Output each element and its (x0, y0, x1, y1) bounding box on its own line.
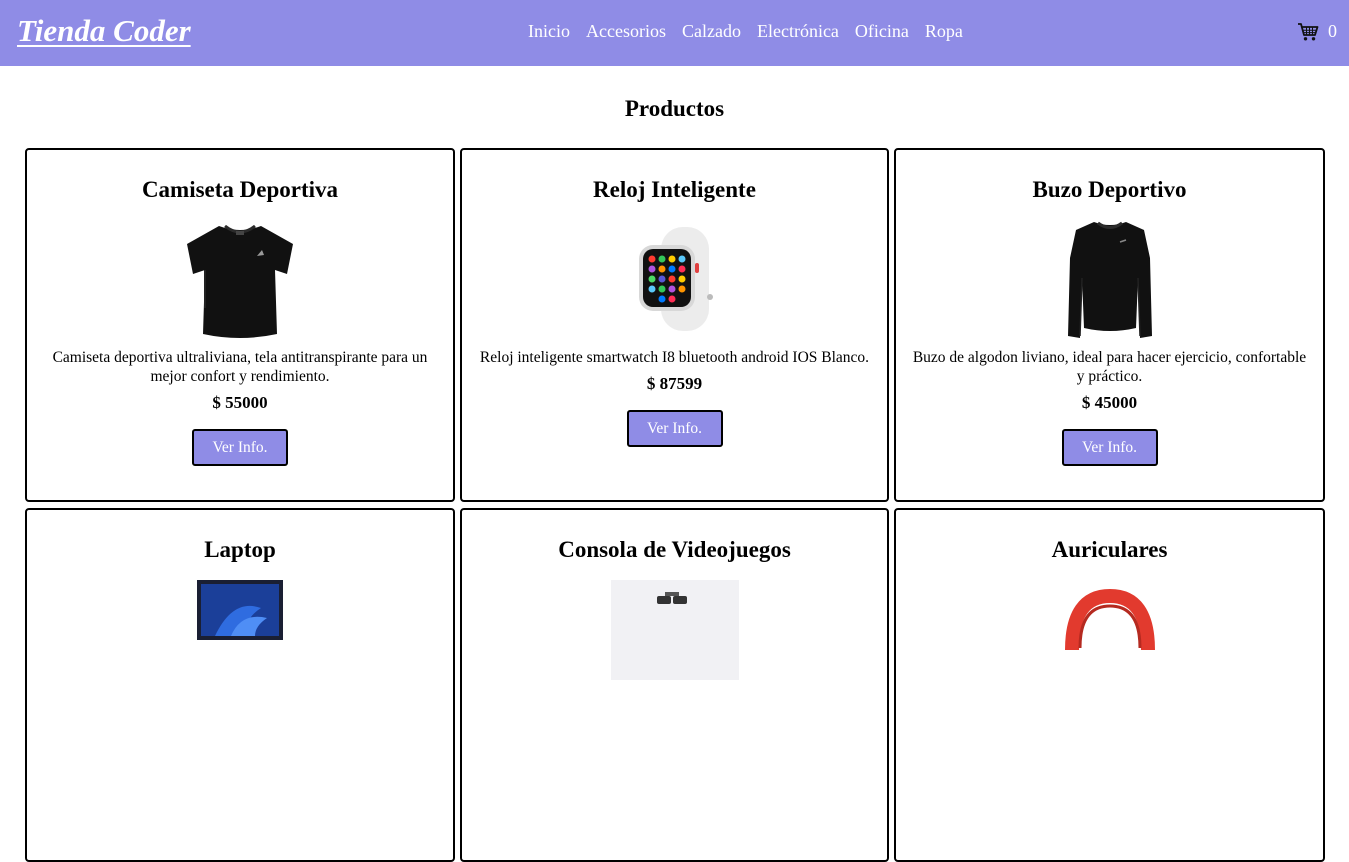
cart-count: 0 (1328, 21, 1337, 41)
ver-info-button[interactable]: Ver Info. (1061, 429, 1158, 466)
product-name: Camiseta Deportiva (141, 177, 339, 202)
cart-icon (1297, 22, 1319, 42)
product-description: Buzo de algodon liviano, ideal para hace… (912, 349, 1307, 385)
product-name: Reloj Inteligente (593, 177, 756, 202)
headphones-image (896, 578, 1323, 700)
nav-item-inicio[interactable]: Inicio (528, 21, 570, 42)
nav-links: Inicio Accesorios Calzado Electrónica Of… (528, 21, 979, 42)
nav-item-calzado[interactable]: Calzado (682, 21, 741, 42)
console-image (462, 578, 887, 700)
product-name: Auriculares (1051, 537, 1168, 562)
product-name: Laptop (204, 537, 276, 562)
product-card: Laptop (25, 508, 455, 862)
product-card: Buzo Deportivo Buzo de algodon liviano, … (894, 148, 1325, 502)
product-price: $ 45000 (1081, 393, 1138, 412)
nav-item-accesorios[interactable]: Accesorios (586, 21, 666, 42)
product-grid: Camiseta Deportiva Camiseta deportiva ul… (25, 148, 1325, 862)
nav-item-ropa[interactable]: Ropa (925, 21, 963, 42)
product-description: Camiseta deportiva ultraliviana, tela an… (52, 349, 428, 385)
brand-link[interactable]: Tienda Coder (17, 13, 191, 49)
product-card: Consola de Videojuegos (460, 508, 889, 862)
product-name: Consola de Videojuegos (558, 537, 791, 562)
product-name: Buzo Deportivo (1032, 177, 1187, 202)
product-price: $ 87599 (646, 374, 703, 393)
smartwatch-image (462, 218, 887, 340)
sweater-image (896, 218, 1323, 340)
product-description: Reloj inteligente smartwatch I8 bluetoot… (479, 349, 870, 366)
product-card: Camiseta Deportiva Camiseta deportiva ul… (25, 148, 455, 502)
product-price: $ 55000 (212, 393, 268, 412)
laptop-image (27, 578, 453, 700)
product-card: Reloj Inteligente Reloj inteligente smar… (460, 148, 889, 502)
nav-item-oficina[interactable]: Oficina (855, 21, 909, 42)
ver-info-button[interactable]: Ver Info. (192, 429, 288, 466)
cart-button[interactable]: 0 (1297, 21, 1337, 42)
tshirt-image (27, 218, 453, 340)
navbar: Tienda Coder Inicio Accesorios Calzado E… (0, 0, 1349, 66)
nav-item-electronica[interactable]: Electrónica (757, 21, 839, 42)
page-title: Productos (624, 96, 725, 121)
product-card: Auriculares (894, 508, 1325, 862)
ver-info-button[interactable]: Ver Info. (626, 410, 723, 447)
